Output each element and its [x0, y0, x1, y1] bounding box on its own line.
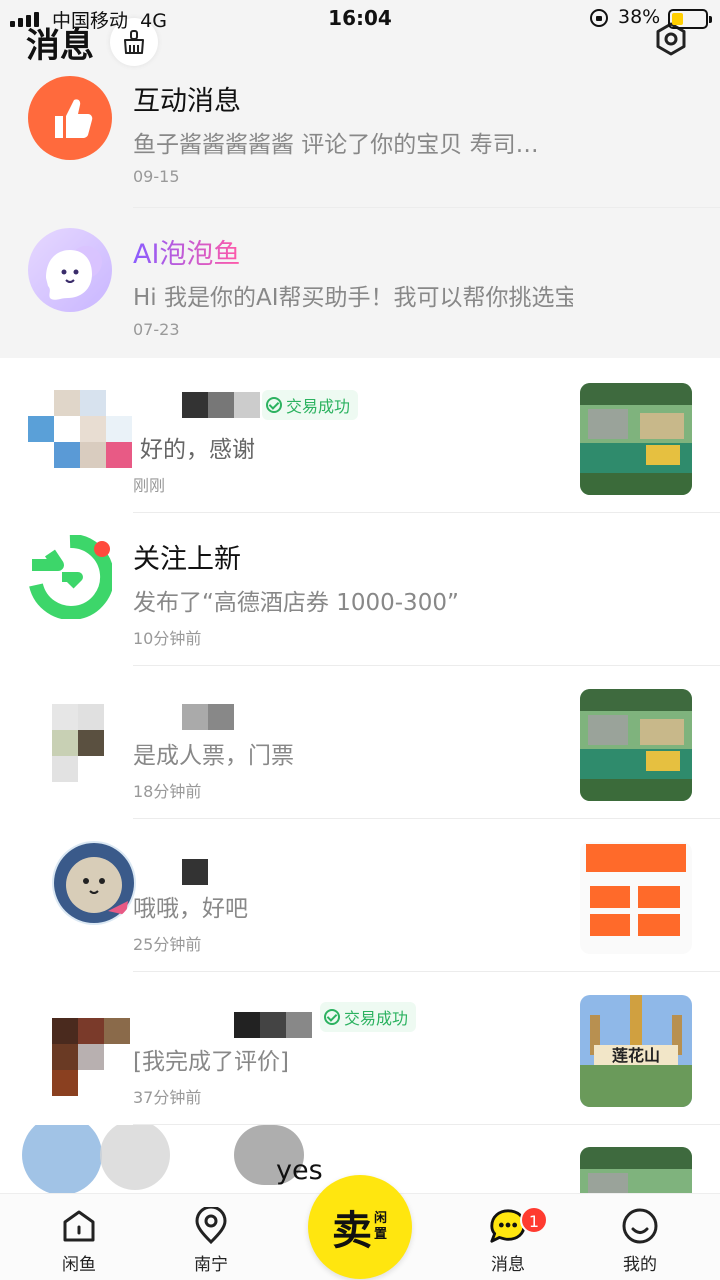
tab-location[interactable]: 南宁: [166, 1206, 256, 1275]
conversation-preview: [我完成了评价]: [133, 1049, 289, 1075]
lotus-mountain-photo: 莲花山: [580, 995, 692, 1107]
follow-refresh-icon: [29, 533, 115, 620]
conversation-title: 互动消息: [133, 86, 241, 117]
conversation-time: 18分钟前: [133, 782, 202, 801]
battery-percent: 38%: [618, 6, 661, 28]
deal-success-badge: 交易成功: [320, 1002, 417, 1032]
orange-coupon-screenshot: [580, 842, 692, 954]
check-circle-icon: [324, 1009, 340, 1025]
conversation-preview: 是成人票，门票: [133, 743, 294, 769]
ai-fish-avatar: [28, 228, 112, 312]
conversation-preview: 发布了“高德酒店券 1000-300”: [133, 590, 459, 616]
battery-icon: [668, 9, 712, 29]
conversation-row[interactable]: 哦哦，好吧 25分钟前: [0, 819, 720, 972]
item-thumbnail[interactable]: [580, 1147, 692, 1195]
ai-fish-mascot-icon: [46, 246, 102, 300]
conversation-time: 刚刚: [133, 476, 166, 495]
item-thumbnail[interactable]: [580, 842, 692, 954]
clock: 16:04: [328, 6, 392, 30]
status-bar: 中国移动 4G 16:04 38%: [0, 0, 720, 40]
thumb-caption: 莲花山: [612, 1046, 660, 1065]
avatar: [52, 1018, 130, 1096]
conversation-title: yes: [276, 1155, 323, 1186]
check-circle-icon: [266, 397, 282, 413]
conversation-time: 10分钟前: [133, 629, 202, 648]
conversation-preview: 哦哦，好吧: [133, 896, 248, 922]
home-icon: [63, 1210, 95, 1242]
tab-profile[interactable]: 我的: [595, 1206, 685, 1275]
masked-username: [182, 392, 260, 418]
tab-label: 消息: [491, 1255, 525, 1275]
conversation-time: 25分钟前: [133, 935, 202, 954]
tab-label: 我的: [623, 1255, 657, 1275]
rotation-lock-icon: [590, 9, 608, 27]
unread-count-badge: 1: [520, 1206, 548, 1234]
conversation-preview: Hi 我是你的AI帮买助手！我可以帮你挑选宝贝…: [133, 285, 573, 311]
tab-label: 南宁: [194, 1255, 228, 1275]
conversation-preview: 鱼子酱酱酱酱酱 评论了你的宝贝 寿司…: [133, 132, 539, 158]
conversation-interactions[interactable]: 互动消息 鱼子酱酱酱酱酱 评论了你的宝贝 寿司… 09-15: [0, 55, 720, 208]
avatar: [28, 390, 132, 468]
conversation-ai-fish[interactable]: AI泡泡鱼 Hi 我是你的AI帮买助手！我可以帮你挑选宝贝… 07-23: [0, 208, 720, 361]
sell-button[interactable]: 卖 闲置: [308, 1175, 412, 1279]
conversation-title: 关注上新: [133, 544, 241, 575]
conversation-time: 09-15: [133, 167, 180, 186]
thumbs-up-icon: [55, 99, 93, 138]
tab-label: 闲鱼: [62, 1255, 96, 1275]
seal-avatar-icon: [54, 843, 134, 923]
conversation-row[interactable]: 交易成功 [我完成了评价] 37分钟前 莲花山: [0, 972, 720, 1125]
item-thumbnail[interactable]: [580, 689, 692, 801]
conversation-row[interactable]: 是成人票，门票 18分钟前: [0, 666, 720, 819]
garden-scenic-photo: [580, 1147, 692, 1195]
conversation-row[interactable]: 交易成功 好的，感谢 刚刚: [0, 360, 720, 513]
location-pin-icon: [195, 1207, 227, 1245]
conversation-time: 37分钟前: [133, 1088, 202, 1107]
masked-username: [182, 704, 234, 730]
follow-avatar: [28, 533, 115, 620]
garden-scenic-photo: [580, 383, 692, 495]
sell-sub-label: 闲置: [374, 1211, 388, 1242]
deal-success-badge: 交易成功: [262, 390, 359, 420]
avatar: [52, 704, 130, 782]
masked-username: [234, 1012, 312, 1038]
conversation-preview: 好的，感谢: [140, 437, 255, 463]
item-thumbnail[interactable]: [580, 383, 692, 495]
garden-scenic-photo: [580, 689, 692, 801]
blurred-name: [100, 1125, 170, 1190]
sell-label: 卖: [332, 1207, 372, 1254]
conversation-title: AI泡泡鱼: [133, 232, 240, 271]
interactions-avatar: [28, 76, 112, 160]
masked-username: [182, 859, 208, 885]
avatar: [22, 1125, 102, 1195]
item-thumbnail[interactable]: 莲花山: [580, 995, 692, 1107]
conversation-time: 07-23: [133, 320, 180, 339]
smiley-profile-icon: [622, 1208, 658, 1244]
avatar: [52, 841, 136, 925]
conversation-follow-updates[interactable]: 关注上新 发布了“高德酒店券 1000-300” 10分钟前: [0, 513, 720, 666]
tab-home[interactable]: 闲鱼: [34, 1206, 124, 1275]
